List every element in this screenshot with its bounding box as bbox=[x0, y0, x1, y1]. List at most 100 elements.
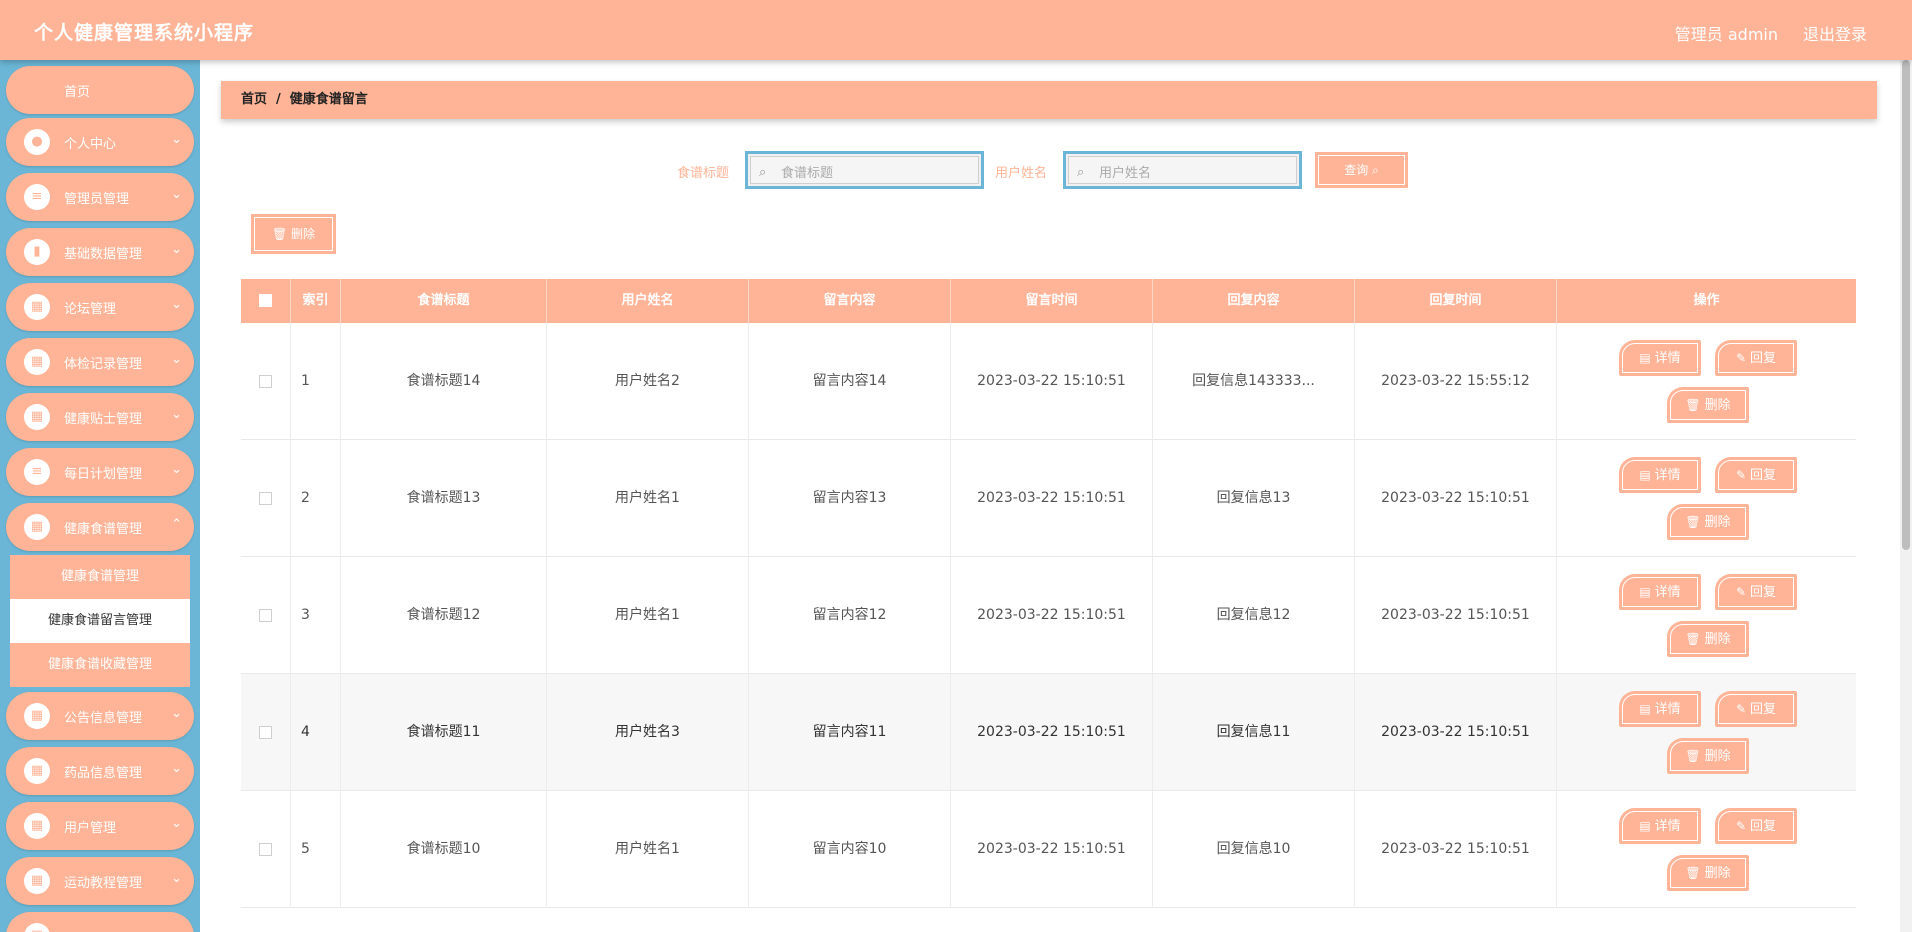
recipe-title-input[interactable] bbox=[781, 163, 961, 183]
cell-actions: ▤ 详情 ✎ 回复 🗑 删除 bbox=[1557, 323, 1856, 440]
recipe-title-label: 食谱标题 bbox=[677, 166, 730, 181]
cell-actions: ▤ 详情 ✎ 回复 🗑 删除 bbox=[1557, 557, 1856, 674]
reply-button[interactable]: ✎ 回复 bbox=[1715, 457, 1797, 493]
sidebar-item-checkup-records[interactable]: ▦ 体检记录管理 ⌄ bbox=[6, 338, 194, 386]
recipe-title-search-box: ⌕ bbox=[745, 151, 984, 189]
sidebar-item-user-management[interactable]: ▦ 用户管理 ⌄ bbox=[6, 802, 194, 850]
page-scrollbar[interactable] bbox=[1900, 60, 1912, 932]
sidebar-item-medicine-info[interactable]: ▦ 药品信息管理 ⌄ bbox=[6, 747, 194, 795]
app-title: 个人健康管理系统小程序 bbox=[34, 22, 255, 44]
edit-icon: ✎ bbox=[1735, 468, 1747, 482]
detail-button[interactable]: ▤ 详情 bbox=[1619, 457, 1701, 493]
cell-actions: ▤ 详情 ✎ 回复 🗑 删除 bbox=[1557, 674, 1856, 791]
cell-recipe-title: 食谱标题12 bbox=[341, 557, 547, 674]
column-header-user-name[interactable]: 用户姓名 bbox=[547, 279, 749, 323]
column-header-reply-time[interactable]: 回复时间 bbox=[1355, 279, 1557, 323]
table-row: 4 食谱标题11 用户姓名3 留言内容11 2023-03-22 15:10:5… bbox=[241, 674, 1856, 791]
user-name-search-box: ⌕ bbox=[1063, 151, 1302, 189]
sidebar-item-home[interactable]: 首页 bbox=[6, 66, 194, 114]
row-checkbox[interactable] bbox=[259, 374, 272, 388]
reply-label: 回复 bbox=[1750, 351, 1777, 366]
detail-button[interactable]: ▤ 详情 bbox=[1619, 808, 1701, 844]
submenu-item-recipe-management[interactable]: 健康食谱管理 bbox=[10, 555, 190, 599]
row-checkbox[interactable] bbox=[259, 725, 272, 739]
scrollbar-thumb[interactable] bbox=[1902, 60, 1910, 550]
sidebar-item-health-recipes[interactable]: ▦ 健康食谱管理 ⌃ bbox=[6, 503, 194, 551]
sidebar-item-personal-center[interactable]: ● 个人中心 ⌄ bbox=[6, 118, 194, 166]
column-header-message-time[interactable]: 留言时间 bbox=[951, 279, 1153, 323]
sidebar-item-announcements[interactable]: ▦ 公告信息管理 ⌄ bbox=[6, 692, 194, 740]
sidebar-item-label: 健康食谱管理 bbox=[64, 522, 143, 537]
cell-message-time: 2023-03-22 15:10:51 bbox=[951, 440, 1153, 557]
search-icon: ⌕ bbox=[759, 165, 767, 180]
column-header-message[interactable]: 留言内容 bbox=[749, 279, 951, 323]
sidebar-item-daily-plan[interactable]: ≡ 每日计划管理 ⌄ bbox=[6, 448, 194, 496]
reply-button[interactable]: ✎ 回复 bbox=[1715, 574, 1797, 610]
grid-icon: ▦ bbox=[24, 758, 50, 784]
delete-button[interactable]: 🗑 删除 bbox=[1667, 855, 1749, 891]
row-checkbox[interactable] bbox=[259, 608, 272, 622]
table-header: 索引 食谱标题 用户姓名 留言内容 留言时间 回复内容 回复时间 操作 bbox=[241, 279, 1856, 323]
delete-button[interactable]: 🗑 删除 bbox=[1667, 387, 1749, 423]
table-row: 5 食谱标题10 用户姓名1 留言内容10 2023-03-22 15:10:5… bbox=[241, 791, 1856, 908]
delete-button[interactable]: 🗑 删除 bbox=[1667, 504, 1749, 540]
sidebar-item-label: 论坛管理 bbox=[64, 302, 117, 317]
sidebar-item-forum[interactable]: ▦ 论坛管理 ⌄ bbox=[6, 283, 194, 331]
cell-reply: 回复信息13 bbox=[1153, 440, 1355, 557]
column-header-index[interactable]: 索引 bbox=[291, 279, 341, 323]
delete-button[interactable]: 🗑 删除 bbox=[1667, 621, 1749, 657]
reply-button[interactable]: ✎ 回复 bbox=[1715, 691, 1797, 727]
detail-button[interactable]: ▤ 详情 bbox=[1619, 340, 1701, 376]
table-row: 1 食谱标题14 用户姓名2 留言内容14 2023-03-22 15:10:5… bbox=[241, 323, 1856, 440]
sidebar-item-label: 健康贴士管理 bbox=[64, 412, 143, 427]
sidebar-item-more[interactable]: ▦ bbox=[6, 912, 194, 932]
user-name-input[interactable] bbox=[1099, 163, 1279, 183]
cell-actions: ▤ 详情 ✎ 回复 🗑 删除 bbox=[1557, 791, 1856, 908]
detail-button[interactable]: ▤ 详情 bbox=[1619, 574, 1701, 610]
cell-reply: 回复信息143333... bbox=[1153, 323, 1355, 440]
reply-button[interactable]: ✎ 回复 bbox=[1715, 340, 1797, 376]
delete-button[interactable]: 🗑 删除 bbox=[1667, 738, 1749, 774]
recipes-submenu: 健康食谱管理 健康食谱留言管理 健康食谱收藏管理 bbox=[10, 555, 190, 687]
select-all-checkbox[interactable] bbox=[259, 294, 272, 307]
submenu-item-recipe-comments[interactable]: 健康食谱留言管理 bbox=[10, 599, 190, 643]
document-icon: ▤ bbox=[1639, 819, 1651, 833]
cell-user-name: 用户姓名2 bbox=[547, 323, 749, 440]
submenu-item-recipe-favorites[interactable]: 健康食谱收藏管理 bbox=[10, 643, 190, 687]
document-icon: ▤ bbox=[1639, 585, 1651, 599]
cell-message: 留言内容13 bbox=[749, 440, 951, 557]
grid-icon: ▦ bbox=[24, 349, 50, 375]
delete-label: 删除 bbox=[1704, 515, 1731, 530]
delete-label: 删除 bbox=[1704, 398, 1731, 413]
sidebar-item-admin-management[interactable]: ≡ 管理员管理 ⌄ bbox=[6, 173, 194, 221]
query-button[interactable]: 查询 ⌕ bbox=[1315, 152, 1408, 188]
cell-reply-time: 2023-03-22 15:10:51 bbox=[1355, 674, 1557, 791]
column-header-recipe-title[interactable]: 食谱标题 bbox=[341, 279, 547, 323]
sidebar-item-label: 首页 bbox=[64, 85, 91, 100]
top-header: 个人健康管理系统小程序 管理员 admin 退出登录 bbox=[0, 0, 1912, 60]
user-icon: ● bbox=[24, 129, 50, 155]
detail-button[interactable]: ▤ 详情 bbox=[1619, 691, 1701, 727]
breadcrumb-home[interactable]: 首页 bbox=[241, 92, 267, 107]
bulk-delete-button[interactable]: 🗑 删除 bbox=[251, 214, 336, 254]
cell-user-name: 用户姓名1 bbox=[547, 557, 749, 674]
breadcrumb: 首页 / 健康食谱留言 bbox=[221, 81, 1877, 119]
sidebar-item-basic-data[interactable]: ▮ 基础数据管理 ⌄ bbox=[6, 228, 194, 276]
edit-icon: ✎ bbox=[1735, 819, 1747, 833]
row-checkbox[interactable] bbox=[259, 842, 272, 856]
cell-reply: 回复信息12 bbox=[1153, 557, 1355, 674]
column-header-reply[interactable]: 回复内容 bbox=[1153, 279, 1355, 323]
row-select-cell bbox=[241, 557, 291, 674]
sidebar-item-health-tips[interactable]: ▦ 健康贴士管理 ⌄ bbox=[6, 393, 194, 441]
cell-reply-time: 2023-03-22 15:10:51 bbox=[1355, 557, 1557, 674]
logout-link[interactable]: 退出登录 bbox=[1803, 21, 1867, 45]
sidebar-item-label: 体检记录管理 bbox=[64, 357, 143, 372]
chevron-down-icon: ⌄ bbox=[171, 242, 182, 257]
select-all-cell bbox=[241, 279, 291, 323]
sidebar-item-exercise-tutorials[interactable]: ▦ 运动教程管理 ⌄ bbox=[6, 857, 194, 905]
reply-button[interactable]: ✎ 回复 bbox=[1715, 808, 1797, 844]
document-icon: ▤ bbox=[1639, 468, 1651, 482]
cell-user-name: 用户姓名1 bbox=[547, 791, 749, 908]
cell-recipe-title: 食谱标题14 bbox=[341, 323, 547, 440]
row-checkbox[interactable] bbox=[259, 491, 272, 505]
